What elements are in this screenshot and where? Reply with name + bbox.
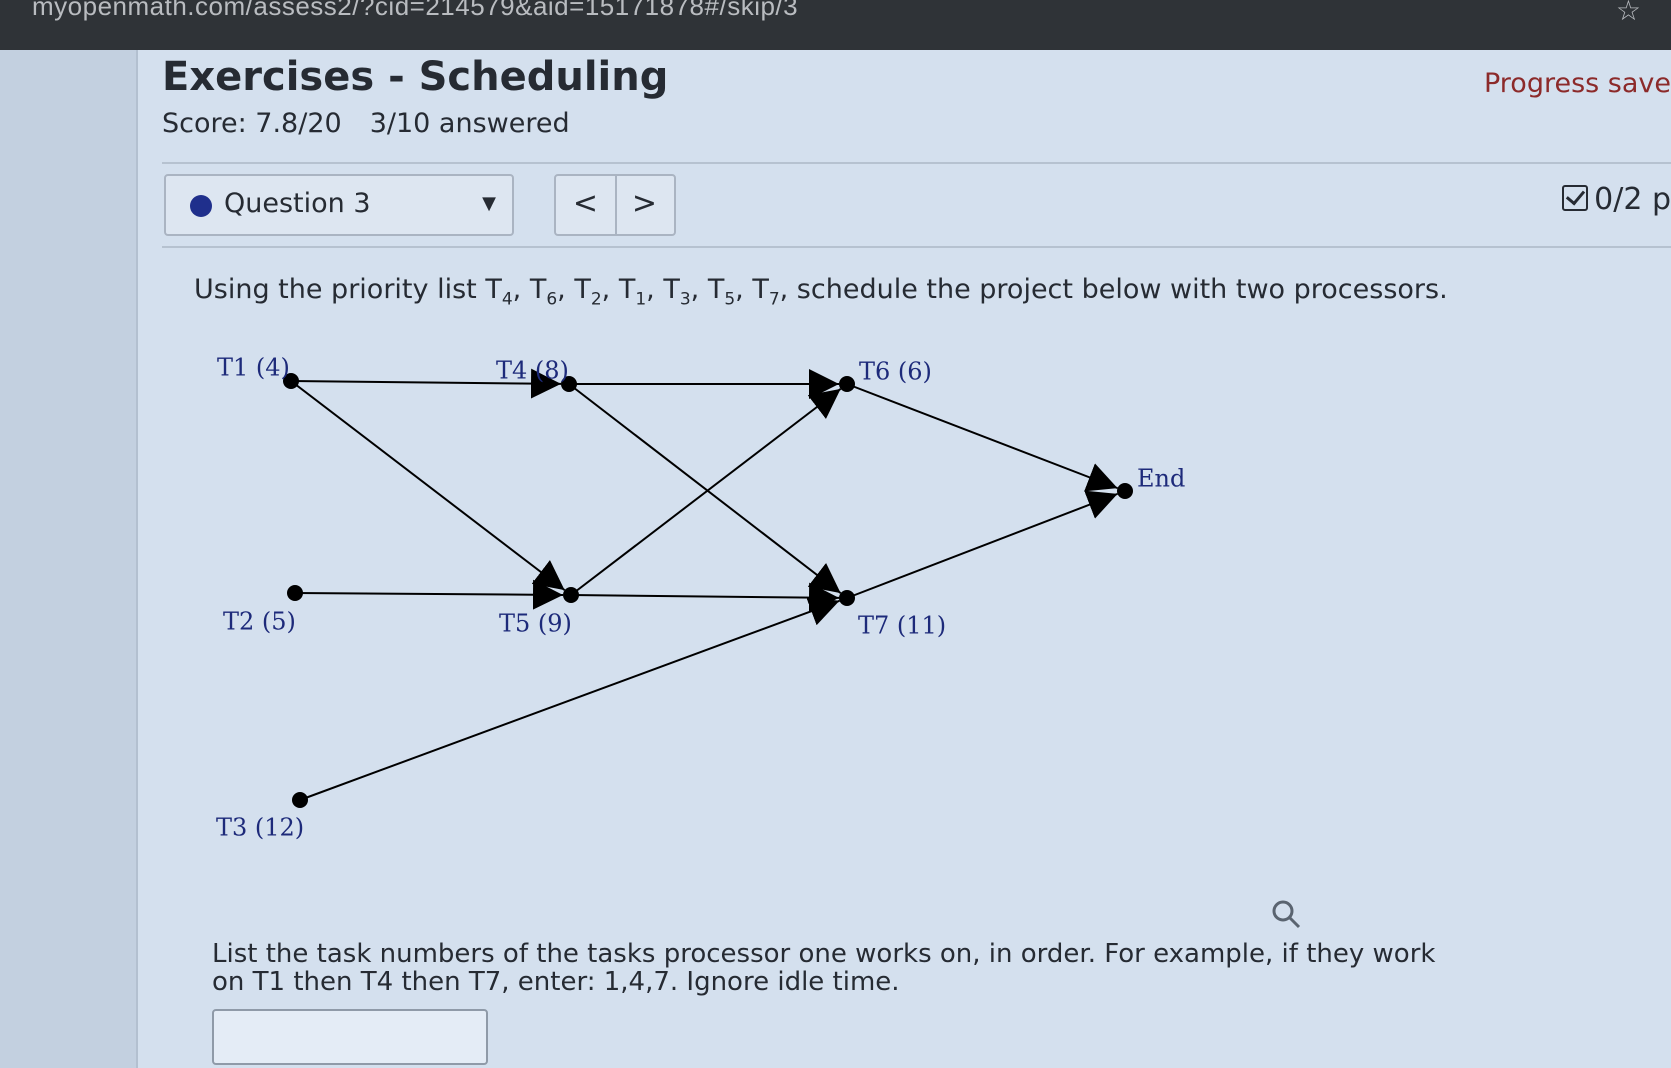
node-label-T6: T6 (6) — [859, 358, 932, 386]
bookmark-star-icon[interactable]: ☆ — [1616, 0, 1641, 27]
edge-T7-End — [846, 490, 1118, 599]
magnifier-icon[interactable] — [1270, 898, 1302, 930]
edge-T5-T6 — [570, 388, 842, 596]
edge-T5-T7 — [570, 582, 840, 613]
left-gutter — [0, 50, 138, 1068]
node-label-T7: T7 (11) — [858, 612, 946, 640]
answer-instructions: List the task numbers of the tasks proce… — [212, 939, 1436, 997]
node-label-End: End — [1137, 465, 1185, 493]
edge-T2-T5 — [294, 579, 564, 610]
node-label-T1: T1 (4) — [217, 354, 290, 382]
node-T7 — [839, 590, 855, 606]
node-T6 — [839, 376, 855, 392]
url-text[interactable]: myopenmath.com/assess2/?cid=214579&aid=1… — [32, 0, 798, 22]
assessment-page: Exercises - Scheduling Score: 7.8/20 3/10… — [138, 50, 1671, 1068]
node-label-T5: T5 (9) — [499, 610, 572, 638]
edge-T1-T5 — [290, 380, 566, 591]
node-T3 — [292, 792, 308, 808]
node-T5 — [563, 587, 579, 603]
node-T2 — [287, 585, 303, 601]
project-digraph: T1 (4) T4 (8) T6 (6) End T2 (5) T5 (9) T7 (11)… — [216, 354, 1185, 842]
edge-T4-T7 — [568, 383, 842, 594]
node-label-T4: T4 (8) — [496, 357, 569, 385]
answer-input[interactable] — [212, 1009, 488, 1065]
browser-url-bar[interactable]: myopenmath.com/assess2/?cid=214579&aid=1… — [0, 0, 1671, 50]
node-label-T3: T3 (12) — [216, 814, 304, 842]
node-label-T2: T2 (5) — [223, 608, 296, 636]
node-End — [1117, 483, 1133, 499]
edge-T6-End — [846, 383, 1118, 492]
